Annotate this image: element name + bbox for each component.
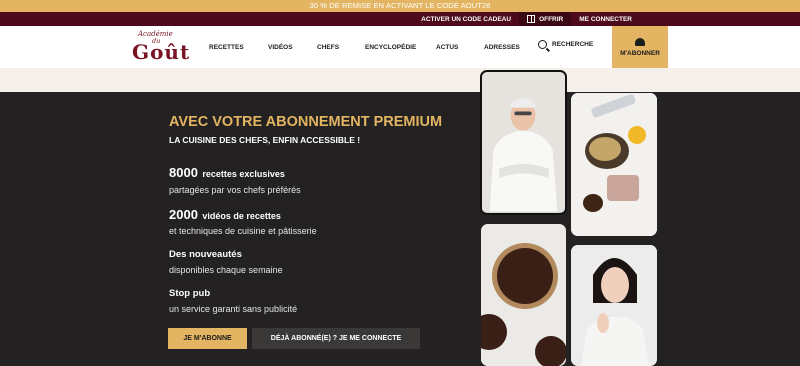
premium-section xyxy=(0,92,800,366)
tart-illustration xyxy=(481,224,566,366)
nav-item-adresses[interactable]: ADRESSES xyxy=(484,44,520,51)
nav-item-actus[interactable]: ACTUS xyxy=(436,44,458,51)
feature-recipes-sub: partagées par vos chefs préférés xyxy=(169,185,301,195)
woman-illustration xyxy=(571,245,657,366)
subscribe-button[interactable]: M'ABONNER xyxy=(612,26,668,68)
feature-videos-head: 2000 vidéos de recettes xyxy=(169,207,281,222)
search-button[interactable]: RECHERCHE xyxy=(538,40,593,49)
nav-item-recettes[interactable]: RECETTES xyxy=(209,44,244,51)
chef-illustration xyxy=(482,73,565,212)
feature-recipes-head: 8000 recettes exclusives xyxy=(169,165,285,180)
feature-noads-sub: un service garanti sans publicité xyxy=(169,304,298,314)
promo-text: 30 % DE REMISE EN ACTIVANT LE CODE AOUT2… xyxy=(309,1,491,10)
site-header: Académie du Goût RECETTES VIDÉOS CHEFS E… xyxy=(0,26,800,68)
nav-item-encyclopedie[interactable]: ENCYCLOPÉDIE xyxy=(365,44,416,51)
promo-bar[interactable]: 30 % DE REMISE EN ACTIVANT LE CODE AOUT2… xyxy=(0,0,800,12)
subscribe-cta-button[interactable]: JE M'ABONNE xyxy=(168,328,247,349)
feature-new-head: Des nouveautés xyxy=(169,249,242,260)
feature-videos-sub: et techniques de cuisine et pâtisserie xyxy=(169,226,317,236)
photo-chef xyxy=(480,70,567,215)
nav-item-videos[interactable]: VIDÉOS xyxy=(268,44,293,51)
login-cta-button[interactable]: DÉJÀ ABONNÉ(E) ? JE ME CONNECTE xyxy=(252,328,420,349)
premium-subtitle: LA CUISINE DES CHEFS, ENFIN ACCESSIBLE ! xyxy=(169,135,361,145)
photo-tart xyxy=(481,224,566,366)
login-link[interactable]: ME CONNECTER xyxy=(571,12,640,26)
feature-new-sub: disponibles chaque semaine xyxy=(169,265,283,275)
utility-bar: ACTIVER UN CODE CADEAU OFFRIR ME CONNECT… xyxy=(0,12,800,26)
logo[interactable]: Académie du Goût xyxy=(132,30,189,64)
gift-icon xyxy=(527,15,536,23)
activate-code-link[interactable]: ACTIVER UN CODE CADEAU xyxy=(413,12,519,26)
dish-illustration xyxy=(571,93,657,236)
photo-woman xyxy=(571,245,657,366)
photo-dish xyxy=(571,93,657,236)
feature-noads-head: Stop pub xyxy=(169,288,211,299)
search-icon xyxy=(538,40,547,49)
chef-hat-icon xyxy=(635,37,645,46)
premium-title: AVEC VOTRE ABONNEMENT PREMIUM xyxy=(169,114,443,130)
spacer-band xyxy=(0,68,800,92)
offer-link[interactable]: OFFRIR xyxy=(519,12,572,26)
nav-item-chefs[interactable]: CHEFS xyxy=(317,44,339,51)
